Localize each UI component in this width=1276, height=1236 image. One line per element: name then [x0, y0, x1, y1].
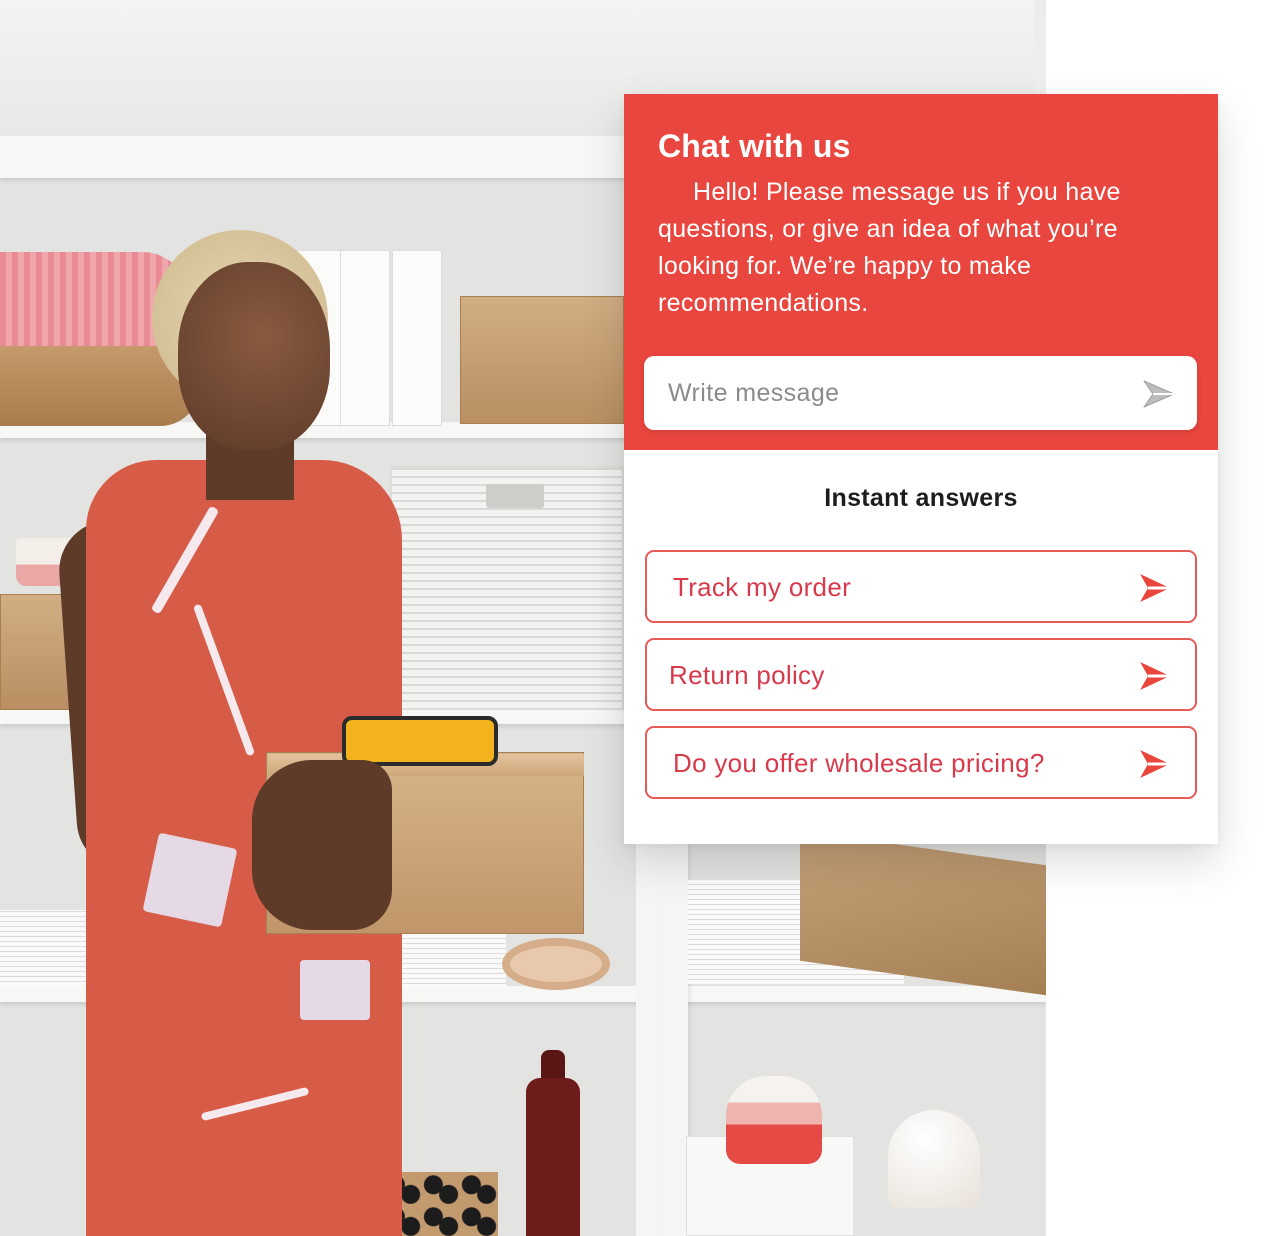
shipping-box — [460, 296, 624, 424]
basket-handle — [486, 484, 544, 508]
send-arrow-icon — [1140, 662, 1170, 690]
dress-pattern — [300, 960, 370, 1020]
answer-button-return-policy[interactable]: Return policy — [645, 638, 1197, 711]
tape-dispenser — [342, 716, 498, 766]
teapot — [726, 1076, 822, 1164]
shelf — [660, 986, 1046, 1002]
water-bottle — [526, 1078, 580, 1236]
send-arrow-icon — [1143, 380, 1175, 408]
binder — [340, 250, 390, 426]
answer-button-wholesale-pricing[interactable]: Do you offer wholesale pricing? — [645, 726, 1197, 799]
answer-label: Track my order — [673, 572, 852, 602]
shelf-upright — [664, 840, 688, 1236]
send-button[interactable] — [1141, 376, 1177, 412]
person-hand — [252, 760, 392, 930]
shelf-upright — [636, 840, 664, 1236]
instant-answers-section: Instant answers Track my order Return po… — [624, 450, 1218, 844]
dress-pattern — [142, 832, 238, 928]
answer-label: Return policy — [669, 660, 825, 690]
message-box — [644, 356, 1197, 430]
tape-roll — [502, 938, 610, 990]
chat-intro-text: Hello! Please message us if you have que… — [658, 178, 1121, 317]
send-arrow-icon — [1140, 750, 1170, 778]
send-arrow-icon — [1140, 574, 1170, 602]
paper-stack — [0, 910, 96, 986]
answer-label: Do you offer wholesale pricing? — [673, 748, 1045, 778]
binder — [392, 250, 442, 426]
chat-header: Chat with us Hello! Please message us if… — [624, 94, 1218, 450]
shelf-top — [0, 136, 640, 178]
paper-stack — [390, 928, 506, 988]
message-input[interactable] — [668, 370, 1108, 416]
vase — [888, 1110, 980, 1208]
answer-button-track-order[interactable]: Track my order — [645, 550, 1197, 623]
instant-answers-heading: Instant answers — [824, 484, 1018, 512]
chat-title: Chat with us — [658, 128, 851, 164]
person-face — [178, 262, 330, 450]
chat-widget: Chat with us Hello! Please message us if… — [624, 94, 1218, 844]
